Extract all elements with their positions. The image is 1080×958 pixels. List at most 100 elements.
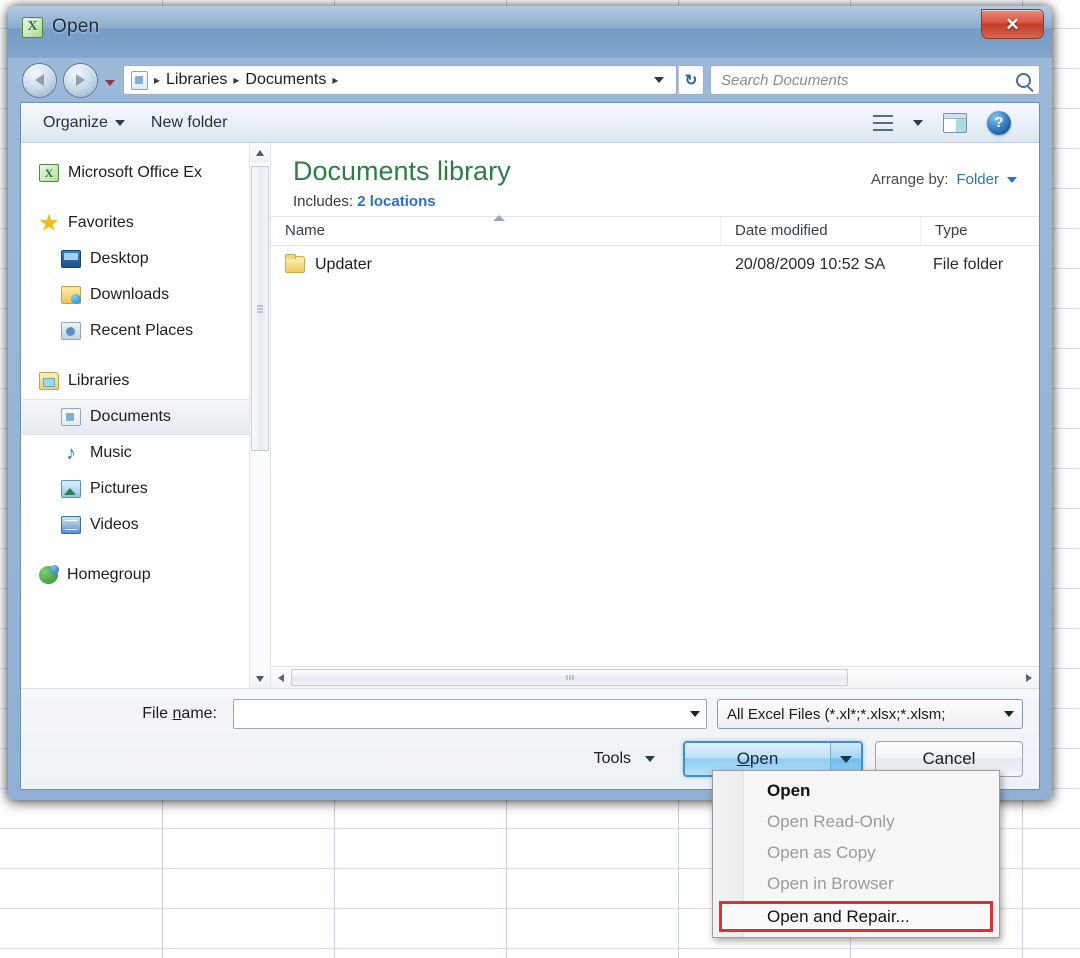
menu-item-open-and-repair[interactable]: Open and Repair... [719, 901, 993, 932]
libraries-icon [39, 372, 59, 390]
horizontal-scrollbar-thumb[interactable] [291, 669, 848, 686]
toolbar-right-group: ? [873, 110, 1029, 135]
close-button[interactable]: ✕ [981, 9, 1044, 39]
search-icon[interactable] [1016, 72, 1031, 88]
file-name-label: File name: [37, 705, 223, 723]
breadcrumb-item-documents[interactable]: Documents [245, 71, 326, 89]
breadcrumb-separator-icon: ▸ [154, 73, 161, 87]
sidebar-item-label: Homegroup [67, 566, 151, 583]
scrollbar-thumb[interactable] [251, 166, 269, 451]
horizontal-scrollbar-track[interactable] [291, 667, 1019, 688]
dialog-client-area: Organize New folder ? X Microsoft Office… [20, 102, 1040, 790]
scroll-up-icon[interactable] [250, 143, 270, 162]
page-title: Documents library [293, 156, 511, 186]
arrange-by-value[interactable]: Folder [956, 171, 999, 188]
cancel-label: Cancel [922, 749, 976, 768]
body-split: Microsoft Office Ex Favorites Desktop Do… [21, 143, 1039, 688]
file-name: Updater [315, 255, 372, 273]
sidebar-item-documents[interactable]: Documents [21, 399, 249, 435]
chevron-down-icon[interactable] [690, 711, 700, 717]
chevron-down-icon[interactable] [1007, 176, 1017, 183]
title-bar-left: Open [8, 6, 99, 38]
arrange-by-label: Arrange by: [870, 171, 949, 188]
help-glyph: ? [994, 114, 1004, 131]
breadcrumb-item-libraries[interactable]: Libraries [166, 71, 227, 89]
file-list: Updater 20/08/2009 10:52 SA File folder [271, 245, 1039, 666]
excel-icon [22, 16, 43, 38]
horizontal-scrollbar[interactable] [271, 666, 1039, 688]
table-row[interactable]: Updater 20/08/2009 10:52 SA File folder [271, 246, 1039, 284]
navigation-scrollbar[interactable] [249, 143, 270, 688]
dialog-title: Open [52, 16, 100, 37]
chevron-down-icon [114, 119, 125, 126]
sidebar-item-pictures[interactable]: Pictures [21, 471, 249, 507]
preview-pane-icon[interactable] [943, 112, 967, 133]
sidebar-item-libraries[interactable]: Libraries [21, 363, 249, 399]
column-header-type[interactable]: Type [921, 217, 1039, 245]
menu-item-open-as-copy: Open as Copy [767, 842, 876, 862]
downloads-icon [61, 286, 81, 304]
close-icon: ✕ [1005, 14, 1020, 34]
sidebar-item-favorites[interactable]: Favorites [21, 205, 249, 241]
sidebar-item-homegroup[interactable]: Homegroup [21, 557, 249, 593]
new-folder-button[interactable]: New folder [151, 114, 227, 132]
music-icon [61, 444, 81, 462]
file-type-value: All Excel Files (*.xl*;*.xlsx;*.xlsm; [727, 705, 946, 723]
open-file-dialog: Open ✕ ▸ Libraries ▸ Documents ▸ ↻ Searc… [8, 6, 1052, 800]
breadcrumb[interactable]: ▸ Libraries ▸ Documents ▸ [123, 65, 677, 95]
sidebar-item-label: Downloads [90, 286, 170, 303]
sidebar-item-music[interactable]: Music [21, 435, 249, 471]
organize-button[interactable]: Organize [43, 114, 125, 132]
includes-label: Includes: [293, 192, 354, 210]
folder-icon [285, 254, 305, 274]
title-bar: Open ✕ [8, 6, 1052, 58]
file-name-label-post: ame: [181, 705, 217, 722]
refresh-button[interactable]: ↻ [678, 65, 704, 95]
sidebar-item-downloads[interactable]: Downloads [21, 277, 249, 313]
back-button[interactable] [22, 62, 57, 98]
library-includes: Includes: 2 locations [293, 193, 871, 210]
open-label-rest: pen [749, 749, 779, 768]
sidebar-item-label: Music [90, 444, 132, 461]
scroll-right-icon[interactable] [1019, 667, 1039, 688]
search-input[interactable]: Search Documents [710, 65, 1040, 95]
file-type-select[interactable]: All Excel Files (*.xl*;*.xlsx;*.xlsm; [717, 699, 1023, 729]
scrollbar-track[interactable] [250, 162, 270, 669]
help-icon[interactable]: ? [987, 110, 1011, 135]
sidebar-item-desktop[interactable]: Desktop [21, 241, 249, 277]
scroll-left-icon[interactable] [271, 667, 291, 688]
file-date-cell: 20/08/2009 10:52 SA [735, 255, 886, 273]
sidebar-item-videos[interactable]: Videos [21, 507, 249, 543]
sidebar-item-microsoft-office-excel[interactable]: Microsoft Office Ex [21, 155, 249, 191]
file-type-cell: File folder [933, 255, 1004, 273]
star-icon [39, 213, 59, 231]
tools-label: Tools [593, 750, 631, 767]
column-header-date-modified[interactable]: Date modified [721, 216, 921, 245]
organize-label: Organize [43, 113, 108, 131]
tools-button[interactable]: Tools [586, 746, 663, 772]
file-name-row: File name: All Excel Files (*.xl*;*.xlsx… [37, 699, 1023, 729]
sidebar-item-recent-places[interactable]: Recent Places [21, 313, 249, 349]
locations-link[interactable]: 2 locations [357, 193, 435, 210]
menu-item-open[interactable]: Open [713, 775, 999, 806]
excel-icon [39, 164, 59, 182]
forward-button[interactable] [63, 62, 98, 98]
arrange-by-control: Arrange by: Folder [871, 157, 1017, 188]
sidebar-item-label: Pictures [90, 480, 148, 497]
toolbar: Organize New folder ? [21, 103, 1039, 143]
desktop-icon [61, 250, 81, 268]
sort-ascending-icon [493, 214, 505, 221]
recent-places-icon [61, 322, 81, 340]
view-chevron-down-icon[interactable] [913, 119, 923, 126]
column-header-name[interactable]: Name [271, 214, 721, 245]
column-header-label: Type [935, 222, 968, 240]
sidebar-item-label: Libraries [68, 372, 130, 389]
file-name-input[interactable] [233, 699, 707, 729]
recent-locations-chevron-down-icon[interactable] [105, 79, 115, 86]
forward-arrow-icon [76, 74, 85, 86]
sidebar-item-label: Recent Places [90, 322, 194, 339]
breadcrumb-chevron-down-icon[interactable] [654, 77, 664, 83]
list-view-icon[interactable] [873, 114, 893, 131]
sidebar-item-label: Documents [90, 408, 171, 425]
scroll-down-icon[interactable] [250, 669, 270, 688]
